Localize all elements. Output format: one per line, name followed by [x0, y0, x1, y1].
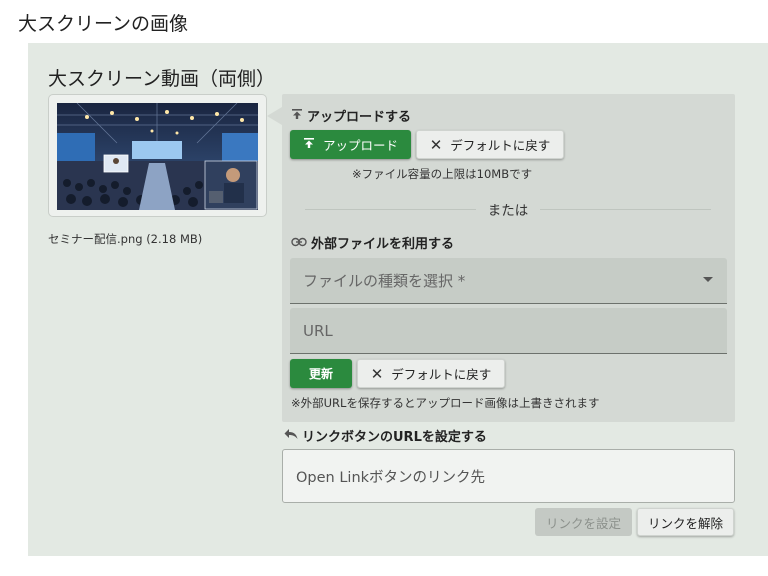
upload-reset-label: デフォルトに戻す [450, 138, 551, 153]
external-reset-label: デフォルトに戻す [391, 367, 492, 382]
link-icon [291, 236, 307, 250]
overwrite-note: ※外部URLを保存するとアップロード画像は上書きされます [291, 396, 600, 410]
upload-icon [291, 108, 303, 123]
external-heading-label: 外部ファイルを利用する [311, 237, 455, 252]
external-heading: 外部ファイルを利用する [291, 233, 454, 252]
preview-image [57, 103, 258, 210]
file-type-select[interactable]: ファイルの種類を選択 * [290, 258, 727, 304]
dropdown-arrow-icon [703, 277, 713, 282]
external-reset-button[interactable]: ✕ デフォルトに戻す [357, 359, 505, 388]
divider-line [540, 208, 711, 210]
close-icon: ✕ [370, 364, 384, 383]
link-heading: リンクボタンのURLを設定する [284, 426, 487, 445]
link-url-input[interactable]: Open Linkボタンのリンク先 [282, 449, 735, 503]
or-divider: または [305, 200, 711, 219]
section-title: 大スクリーン動画（両側） [48, 68, 276, 90]
page-title: 大スクリーンの画像 [18, 13, 189, 35]
divider-text: または [487, 203, 529, 219]
upload-heading: アップロードする [291, 106, 411, 125]
upload-reset-button[interactable]: ✕ デフォルトに戻す [416, 130, 564, 159]
file-type-select-placeholder: ファイルの種類を選択 * [303, 272, 466, 290]
upload-button[interactable]: アップロード [290, 130, 411, 159]
upload-button-label: アップロード [322, 138, 398, 153]
divider-line [305, 208, 476, 210]
upload-icon [303, 137, 315, 152]
file-name-caption: セミナー配信.png (2.18 MB) [48, 232, 203, 246]
callout-pointer [267, 107, 282, 125]
reply-arrow-icon [284, 428, 298, 443]
url-input-placeholder: URL [303, 321, 333, 340]
link-heading-label: リンクボタンのURLを設定する [302, 430, 487, 445]
update-button[interactable]: 更新 [290, 359, 352, 388]
close-icon: ✕ [429, 135, 443, 154]
clear-link-button[interactable]: リンクを解除 [637, 508, 734, 536]
upload-heading-label: アップロードする [307, 110, 412, 125]
url-input[interactable]: URL [290, 308, 727, 354]
image-preview-card [48, 94, 267, 217]
link-url-placeholder: Open Linkボタンのリンク先 [296, 469, 486, 486]
file-size-note: ※ファイル容量の上限は10MBです [352, 167, 533, 181]
set-link-button[interactable]: リンクを設定 [535, 508, 632, 536]
